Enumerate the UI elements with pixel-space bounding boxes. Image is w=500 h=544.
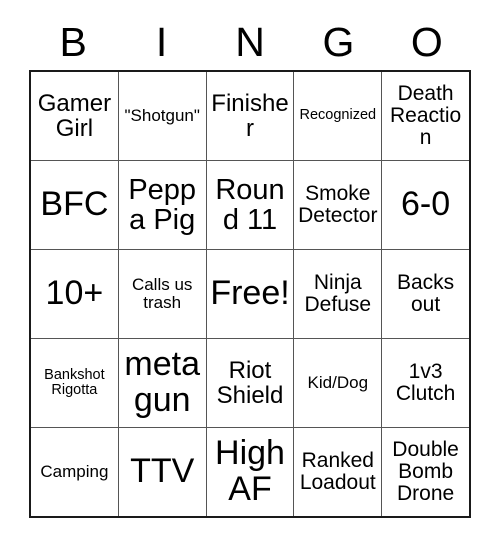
header-letter-n: N [235,18,265,65]
bingo-cell[interactable]: Round 11 [207,161,295,249]
header-letter-b: B [59,18,87,65]
bingo-cell[interactable]: Finisher [207,72,295,160]
bingo-cell-label: Free! [210,274,290,313]
bingo-cell-label: 1v3 Clutch [395,359,456,405]
bingo-cell-label: Finisher [211,89,289,142]
bingo-cell[interactable]: Kid/Dog [294,339,383,427]
bingo-cell[interactable]: Riot Shield [207,339,295,427]
bingo-cell[interactable]: Ninja Defuse [294,250,383,338]
bingo-row: Camping TTV High AF Ranked Loadout Doubl… [31,428,469,516]
bingo-cell[interactable]: Camping [31,428,119,516]
bingo-cell[interactable]: "Shotgun" [119,72,207,160]
bingo-cell-label: "Shotgun" [124,106,200,126]
bingo-cell-label: Calls us trash [131,275,193,312]
bingo-cell-label: Gamer Girl [37,89,112,142]
bingo-cell[interactable]: 6-0 [382,161,469,249]
bingo-row: BFC Peppa Pig Round 11 Smoke Detector 6-… [31,161,469,250]
bingo-cell[interactable]: Backs out [382,250,469,338]
header-letter-o: O [410,18,443,65]
bingo-cell[interactable]: TTV [119,428,207,516]
bingo-header-row: B I N G O [29,14,471,70]
bingo-row: 10+ Calls us trash Free! Ninja Defuse Ba… [31,250,469,339]
bingo-cell[interactable]: High AF [207,428,295,516]
bingo-cell[interactable]: Ranked Loadout [294,428,383,516]
bingo-row: Bankshot Rigotta meta gun Riot Shield Ki… [31,339,469,428]
bingo-cell-free[interactable]: Free! [207,250,295,338]
bingo-cell-label: Recognized [299,107,377,124]
bingo-cell[interactable]: Peppa Pig [119,161,207,249]
bingo-grid: Gamer Girl "Shotgun" Finisher Recognized… [29,70,471,518]
bingo-cell[interactable]: Double Bomb Drone [382,428,469,516]
header-letter-g: G [322,18,355,65]
bingo-cell[interactable]: Bankshot Rigotta [31,339,119,427]
bingo-cell-label: Camping [40,462,109,482]
bingo-cell[interactable]: Death Reaction [382,72,469,160]
bingo-cell-label: Bankshot Rigotta [44,366,105,398]
bingo-cell[interactable]: Recognized [294,72,383,160]
header-letter-i: I [155,18,168,65]
bingo-card: B I N G O Gamer Girl "Shotgun" Finisher … [29,14,471,518]
bingo-cell-label: Smoke Detector [298,181,378,227]
bingo-cell[interactable]: BFC [31,161,119,249]
bingo-cell[interactable]: Gamer Girl [31,72,119,160]
bingo-cell[interactable]: Smoke Detector [294,161,383,249]
bingo-cell-label: Ninja Defuse [304,270,372,316]
bingo-cell-label: High AF [215,434,285,508]
bingo-cell-label: meta gun [124,345,200,419]
bingo-cell[interactable]: 10+ [31,250,119,338]
bingo-cell-label: Death Reaction [389,81,462,150]
bingo-cell-label: Backs out [396,270,455,316]
bingo-cell[interactable]: 1v3 Clutch [382,339,469,427]
bingo-cell-label: Riot Shield [216,356,284,409]
bingo-cell[interactable]: meta gun [119,339,207,427]
bingo-cell-label: Peppa Pig [128,173,197,236]
bingo-cell[interactable]: Calls us trash [119,250,207,338]
bingo-cell-label: 6-0 [401,185,451,224]
bingo-row: Gamer Girl "Shotgun" Finisher Recognized… [31,72,469,161]
bingo-cell-label: Kid/Dog [307,373,369,393]
bingo-cell-label: BFC [40,185,109,224]
bingo-cell-label: TTV [130,452,195,491]
bingo-cell-label: Ranked Loadout [299,448,376,494]
bingo-cell-label: 10+ [45,274,104,313]
bingo-cell-label: Round 11 [215,173,285,236]
bingo-cell-label: Double Bomb Drone [392,437,459,506]
